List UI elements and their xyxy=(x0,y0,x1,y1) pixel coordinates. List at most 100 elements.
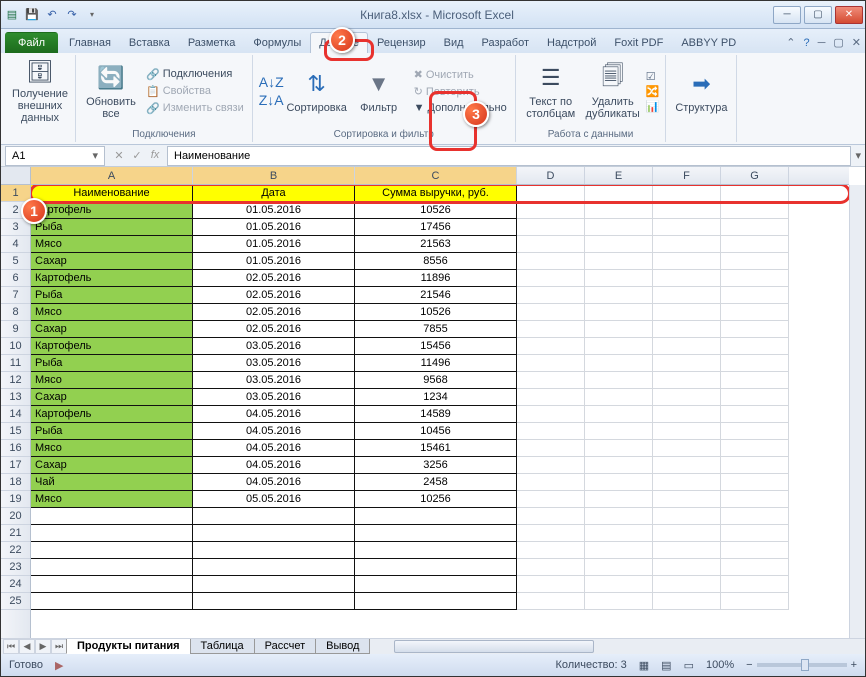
row-head-6[interactable]: 6 xyxy=(1,270,30,287)
cell-C24[interactable] xyxy=(355,576,517,593)
cell-F14[interactable] xyxy=(653,406,721,423)
cell-B20[interactable] xyxy=(193,508,355,525)
col-head-C[interactable]: C xyxy=(355,167,517,184)
refresh-all-button[interactable]: 🔄 Обновить все xyxy=(82,58,140,124)
cell-E12[interactable] xyxy=(585,372,653,389)
cell-F25[interactable] xyxy=(653,593,721,610)
cell-B12[interactable]: 03.05.2016 xyxy=(193,372,355,389)
cell-C1[interactable]: Сумма выручки, руб. xyxy=(355,185,517,202)
outline-button[interactable]: ➡ Структура xyxy=(672,58,730,124)
cell-F5[interactable] xyxy=(653,253,721,270)
cell-D20[interactable] xyxy=(517,508,585,525)
cell-G24[interactable] xyxy=(721,576,789,593)
reapply-button[interactable]: ↻Повторить xyxy=(412,84,509,99)
cell-A25[interactable] xyxy=(31,593,193,610)
cell-B1[interactable]: Дата xyxy=(193,185,355,202)
zoom-out-button[interactable]: − xyxy=(746,659,752,671)
qa-dropdown-icon[interactable]: ▾ xyxy=(83,6,101,24)
doc-close-icon[interactable]: ✕ xyxy=(848,32,865,53)
cell-A24[interactable] xyxy=(31,576,193,593)
cell-B10[interactable]: 03.05.2016 xyxy=(193,338,355,355)
cell-D7[interactable] xyxy=(517,287,585,304)
cell-F6[interactable] xyxy=(653,270,721,287)
close-button[interactable]: ✕ xyxy=(835,6,863,24)
zoom-level[interactable]: 100% xyxy=(706,659,734,671)
row-head-24[interactable]: 24 xyxy=(1,576,30,593)
cell-E1[interactable] xyxy=(585,185,653,202)
col-head-D[interactable]: D xyxy=(517,167,585,184)
cell-F15[interactable] xyxy=(653,423,721,440)
cell-E18[interactable] xyxy=(585,474,653,491)
row-head-21[interactable]: 21 xyxy=(1,525,30,542)
cell-D6[interactable] xyxy=(517,270,585,287)
row-head-22[interactable]: 22 xyxy=(1,542,30,559)
sort-button[interactable]: ⇅ Сортировка xyxy=(288,58,346,124)
namebox-dropdown-icon[interactable]: ▾ xyxy=(92,149,98,162)
cell-E11[interactable] xyxy=(585,355,653,372)
cell-E13[interactable] xyxy=(585,389,653,406)
cell-E21[interactable] xyxy=(585,525,653,542)
minimize-button[interactable]: ─ xyxy=(773,6,801,24)
tab-главная[interactable]: Главная xyxy=(60,32,120,53)
cell-E10[interactable] xyxy=(585,338,653,355)
sheet-next-button[interactable]: ▶ xyxy=(35,639,51,654)
cell-A23[interactable] xyxy=(31,559,193,576)
cell-A11[interactable]: Рыба xyxy=(31,355,193,372)
cell-G5[interactable] xyxy=(721,253,789,270)
row-head-10[interactable]: 10 xyxy=(1,338,30,355)
cell-F1[interactable] xyxy=(653,185,721,202)
row-head-11[interactable]: 11 xyxy=(1,355,30,372)
col-head-G[interactable]: G xyxy=(721,167,789,184)
cell-G11[interactable] xyxy=(721,355,789,372)
cell-B15[interactable]: 04.05.2016 xyxy=(193,423,355,440)
cell-B7[interactable]: 02.05.2016 xyxy=(193,287,355,304)
row-head-20[interactable]: 20 xyxy=(1,508,30,525)
cell-D16[interactable] xyxy=(517,440,585,457)
row-head-16[interactable]: 16 xyxy=(1,440,30,457)
cell-G23[interactable] xyxy=(721,559,789,576)
cell-D13[interactable] xyxy=(517,389,585,406)
properties-button[interactable]: 📋Свойства xyxy=(144,84,246,99)
redo-icon[interactable]: ↷ xyxy=(63,6,81,24)
cell-B14[interactable]: 04.05.2016 xyxy=(193,406,355,423)
cell-A1[interactable]: Наименование xyxy=(31,185,193,202)
cell-D9[interactable] xyxy=(517,321,585,338)
cell-C10[interactable]: 15456 xyxy=(355,338,517,355)
cell-E4[interactable] xyxy=(585,236,653,253)
cell-D4[interactable] xyxy=(517,236,585,253)
cell-B11[interactable]: 03.05.2016 xyxy=(193,355,355,372)
vertical-scrollbar[interactable] xyxy=(849,185,865,638)
cell-G4[interactable] xyxy=(721,236,789,253)
cell-D21[interactable] xyxy=(517,525,585,542)
row-head-8[interactable]: 8 xyxy=(1,304,30,321)
cell-C20[interactable] xyxy=(355,508,517,525)
cell-B5[interactable]: 01.05.2016 xyxy=(193,253,355,270)
cell-F13[interactable] xyxy=(653,389,721,406)
cell-G13[interactable] xyxy=(721,389,789,406)
cell-E6[interactable] xyxy=(585,270,653,287)
cell-B21[interactable] xyxy=(193,525,355,542)
cell-C8[interactable]: 10526 xyxy=(355,304,517,321)
tab-формулы[interactable]: Формулы xyxy=(244,32,310,53)
cell-F12[interactable] xyxy=(653,372,721,389)
cell-C11[interactable]: 11496 xyxy=(355,355,517,372)
cell-A22[interactable] xyxy=(31,542,193,559)
cell-E5[interactable] xyxy=(585,253,653,270)
maximize-button[interactable]: ▢ xyxy=(804,6,832,24)
cell-C3[interactable]: 17456 xyxy=(355,219,517,236)
cell-D18[interactable] xyxy=(517,474,585,491)
edit-links-button[interactable]: 🔗Изменить связи xyxy=(144,101,246,116)
tab-abbyy pd[interactable]: ABBYY PD xyxy=(672,32,745,53)
cell-F2[interactable] xyxy=(653,202,721,219)
cell-D2[interactable] xyxy=(517,202,585,219)
cell-A14[interactable]: Картофель xyxy=(31,406,193,423)
cell-E2[interactable] xyxy=(585,202,653,219)
cell-F4[interactable] xyxy=(653,236,721,253)
cell-G19[interactable] xyxy=(721,491,789,508)
cell-C14[interactable]: 14589 xyxy=(355,406,517,423)
cell-C25[interactable] xyxy=(355,593,517,610)
tab-foxit pdf[interactable]: Foxit PDF xyxy=(605,32,672,53)
cell-C21[interactable] xyxy=(355,525,517,542)
cell-B13[interactable]: 03.05.2016 xyxy=(193,389,355,406)
cell-E24[interactable] xyxy=(585,576,653,593)
